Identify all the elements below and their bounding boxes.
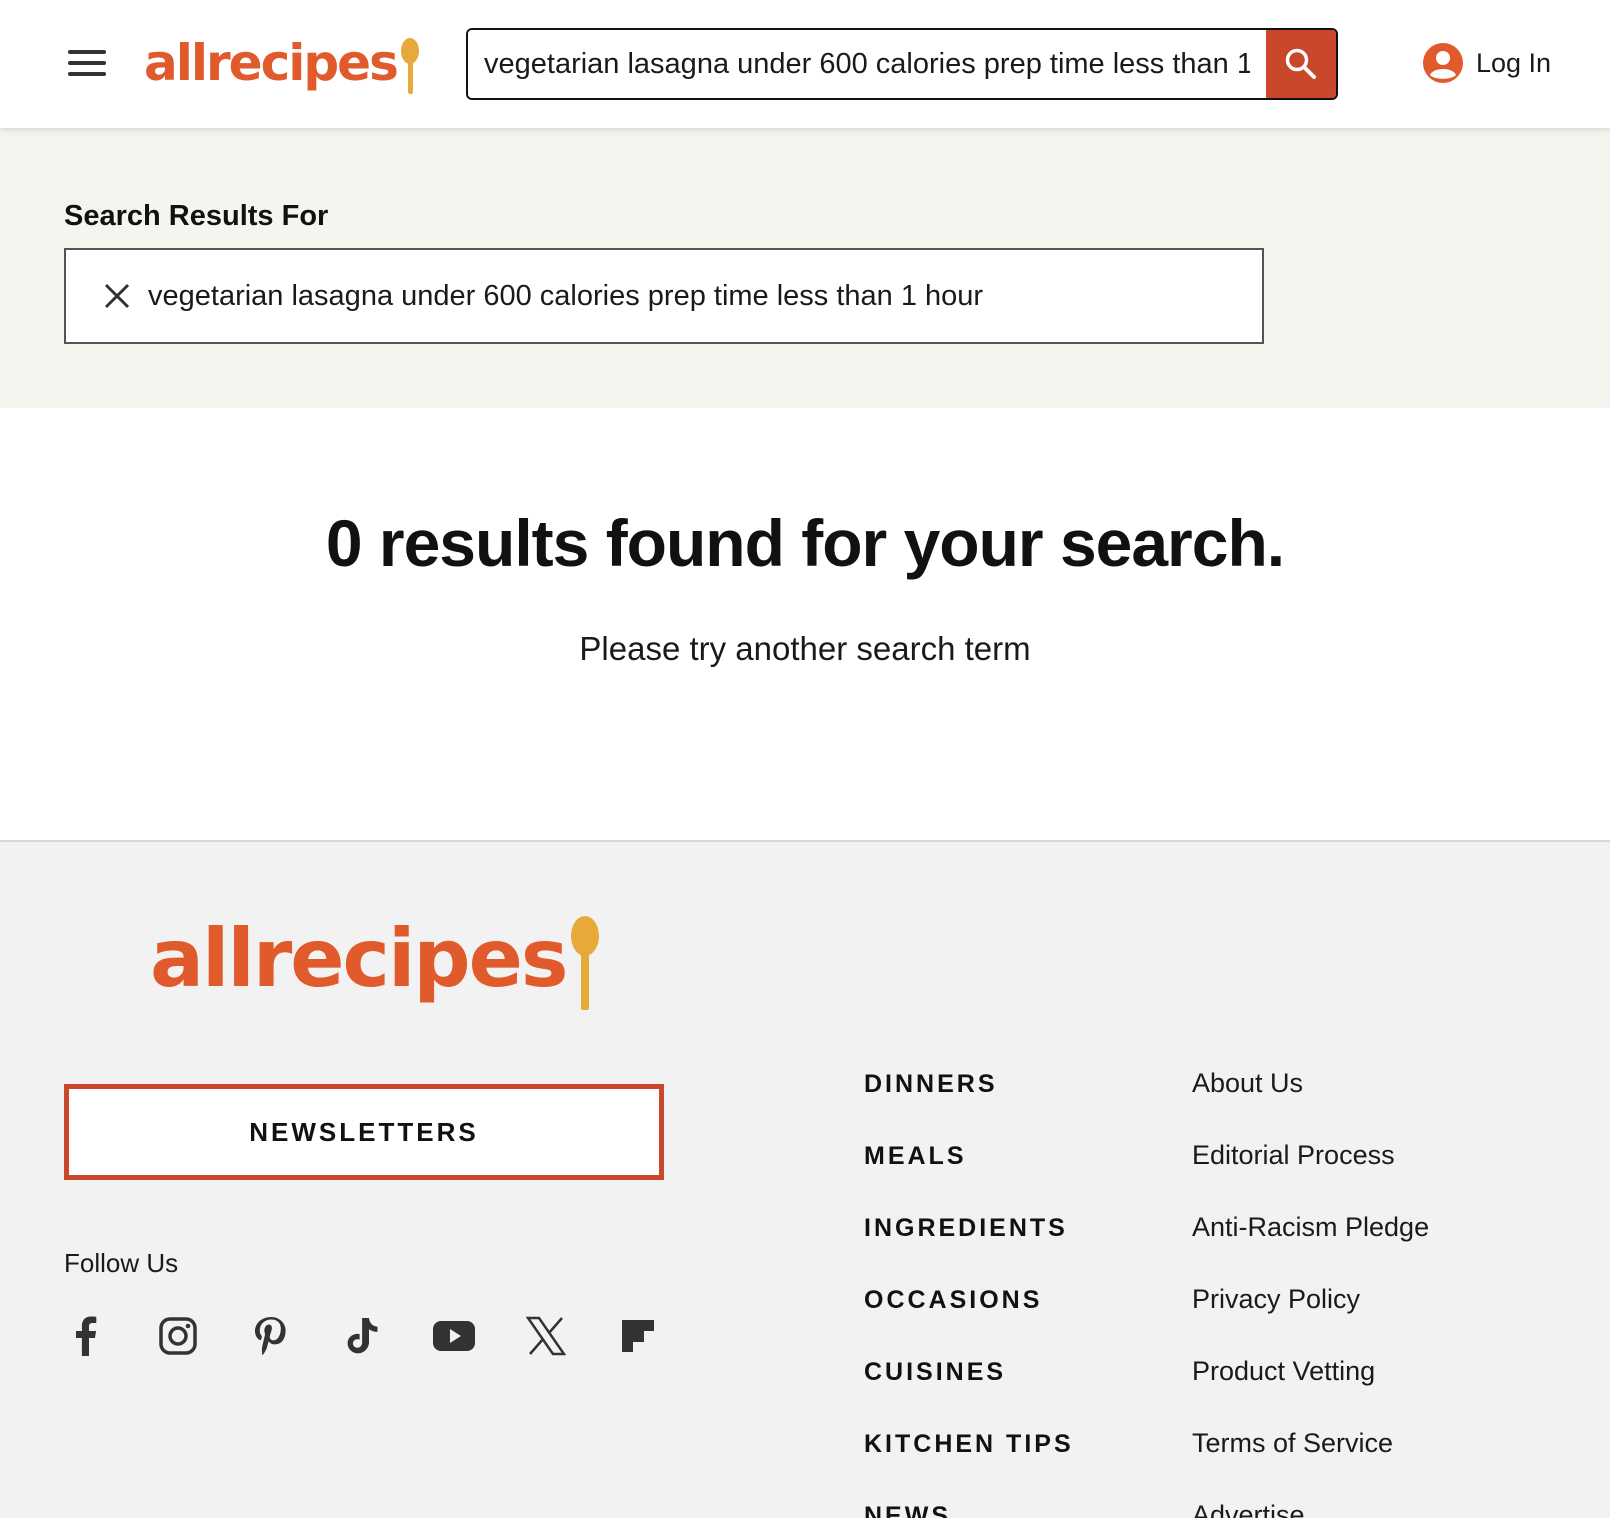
social-links <box>64 1314 660 1358</box>
footer-link-news[interactable]: NEWS <box>864 1502 1074 1518</box>
search-bar <box>466 28 1338 100</box>
search-input[interactable] <box>468 30 1266 98</box>
footer-link-ingredients[interactable]: INGREDIENTS <box>864 1214 1074 1286</box>
search-query-text: vegetarian lasagna under 600 calories pr… <box>148 279 984 312</box>
footer-link-product-vetting[interactable]: Product Vetting <box>1192 1356 1429 1428</box>
search-button[interactable] <box>1266 30 1336 98</box>
tiktok-icon[interactable] <box>340 1314 384 1358</box>
footer-link-dinners[interactable]: DINNERS <box>864 1070 1074 1142</box>
footer-link-advertise[interactable]: Advertise <box>1192 1500 1429 1518</box>
footer-logo[interactable]: allrecipes <box>150 904 601 1014</box>
search-icon <box>1285 48 1316 79</box>
site-header: allrecipes Log In <box>0 0 1610 128</box>
search-results-heading: Search Results For <box>64 200 329 232</box>
footer-link-occasions[interactable]: OCCASIONS <box>864 1286 1074 1358</box>
footer-logo-text: allrecipes <box>150 912 569 1005</box>
footer-info-links: About Us Editorial Process Anti-Racism P… <box>1192 1068 1429 1518</box>
spoon-icon <box>569 914 601 1014</box>
footer-link-anti-racism-pledge[interactable]: Anti-Racism Pledge <box>1192 1212 1429 1284</box>
footer-link-kitchen-tips[interactable]: KITCHEN TIPS <box>864 1430 1074 1502</box>
footer-link-privacy-policy[interactable]: Privacy Policy <box>1192 1284 1429 1356</box>
footer-categories: DINNERS MEALS INGREDIENTS OCCASIONS CUIS… <box>864 1070 1074 1518</box>
instagram-icon[interactable] <box>156 1314 200 1358</box>
login-label: Log In <box>1476 47 1552 78</box>
search-results-band: Search Results For vegetarian lasagna un… <box>0 128 1610 408</box>
footer-link-cuisines[interactable]: CUISINES <box>864 1358 1074 1430</box>
youtube-icon[interactable] <box>432 1314 476 1358</box>
site-footer: allrecipes NEWSLETTERS Follow Us DINNERS… <box>0 840 1610 1518</box>
user-icon <box>1423 43 1463 83</box>
search-query-chip: vegetarian lasagna under 600 calories pr… <box>64 248 1264 344</box>
spoon-icon <box>399 34 419 98</box>
newsletters-button[interactable]: NEWSLETTERS <box>64 1084 664 1180</box>
footer-link-editorial-process[interactable]: Editorial Process <box>1192 1140 1429 1212</box>
x-icon[interactable] <box>524 1314 568 1358</box>
facebook-icon[interactable] <box>64 1314 108 1358</box>
pinterest-icon[interactable] <box>248 1314 292 1358</box>
flipboard-icon[interactable] <box>616 1314 660 1358</box>
close-icon[interactable] <box>102 281 132 311</box>
no-results-subtitle: Please try another search term <box>579 630 1031 667</box>
login-button[interactable]: Log In <box>1422 42 1551 84</box>
footer-link-about-us[interactable]: About Us <box>1192 1068 1429 1140</box>
follow-us-label: Follow Us <box>64 1248 179 1278</box>
site-logo[interactable]: allrecipes <box>144 28 419 98</box>
footer-link-meals[interactable]: MEALS <box>864 1142 1074 1214</box>
no-results-title: 0 results found for your search. <box>325 506 1285 580</box>
menu-icon[interactable] <box>68 50 106 76</box>
footer-link-terms-of-service[interactable]: Terms of Service <box>1192 1428 1429 1500</box>
logo-text: allrecipes <box>144 34 399 92</box>
